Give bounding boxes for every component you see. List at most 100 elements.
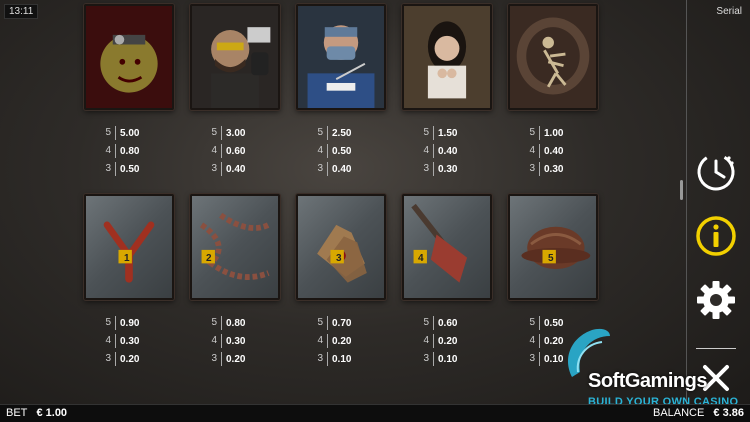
payout-line: 5 5.00 <box>102 124 182 142</box>
payout-line: 5 1.50 <box>420 124 500 142</box>
evidence-gloves-icon: 3 <box>296 194 386 300</box>
payout-list: 5 1.00 4 0.40 3 0.30 <box>526 124 606 178</box>
symbol-count: 3 <box>102 162 116 176</box>
payout-value: 0.40 <box>226 163 246 175</box>
payout-value: 0.40 <box>544 145 564 157</box>
symbol-count: 3 <box>420 162 434 176</box>
paytable-entry: 5 5.00 4 0.80 3 0.50 <box>80 4 186 184</box>
zombie-surgeon-icon <box>84 4 174 110</box>
balance-label: BALANCE <box>652 407 705 419</box>
payout-line: 5 0.80 <box>208 314 288 332</box>
softgamings-watermark: SoftGamings BUILD YOUR OWN CASINO <box>560 322 740 412</box>
history-button[interactable] <box>694 150 738 194</box>
payout-list: 5 0.70 4 0.20 3 0.10 <box>314 314 394 368</box>
info-icon <box>696 216 736 256</box>
paytable-entry: 5 1.00 4 0.40 3 0.30 <box>504 4 610 184</box>
payout-value: 0.90 <box>120 317 140 329</box>
payout-line: 4 0.80 <box>102 142 182 160</box>
payout-value: 0.10 <box>332 353 352 365</box>
payout-line: 5 0.70 <box>314 314 394 332</box>
balance-value: € 3.86 <box>713 407 744 419</box>
evidence-helmet-icon: 5 <box>508 194 598 300</box>
payout-line: 3 0.40 <box>314 160 394 178</box>
bet-label: BET <box>6 407 28 419</box>
paytable: 5 5.00 4 0.80 3 0.50 5 3.00 4 0.60 3 0.40 5 2.50 4 0.50… <box>80 4 610 384</box>
payout-value: 0.20 <box>438 335 458 347</box>
payout-value: 0.30 <box>120 335 140 347</box>
symbol-count: 5 <box>208 316 222 330</box>
symbol-count: 4 <box>420 144 434 158</box>
symbol-count: 3 <box>526 352 540 366</box>
high-symbol-row: 5 5.00 4 0.80 3 0.50 5 3.00 4 0.60 3 0.40 5 2.50 4 0.50… <box>80 4 610 184</box>
payout-line: 3 0.10 <box>314 350 394 368</box>
payout-line: 5 0.60 <box>420 314 500 332</box>
symbol-count: 5 <box>526 126 540 140</box>
payout-line: 3 0.10 <box>420 350 500 368</box>
payout-value: 0.20 <box>332 335 352 347</box>
payout-list: 5 2.50 4 0.50 3 0.40 <box>314 124 394 178</box>
payout-line: 4 0.20 <box>314 332 394 350</box>
paytable-entry: 5 2.50 4 0.50 3 0.40 <box>292 4 398 184</box>
bet-display[interactable]: BET € 1.00 <box>6 407 67 419</box>
payout-value: 0.30 <box>226 335 246 347</box>
symbol-count: 3 <box>526 162 540 176</box>
evidence-marker-number: 3 <box>336 253 342 264</box>
payout-value: 0.30 <box>544 163 564 175</box>
symbol-count: 4 <box>102 144 116 158</box>
evidence-shovel-icon: 4 <box>402 194 492 300</box>
symbol-count: 4 <box>208 144 222 158</box>
settings-gear-icon <box>697 281 735 319</box>
payout-value: 0.50 <box>332 145 352 157</box>
symbol-count: 3 <box>208 352 222 366</box>
symbol-count: 5 <box>314 316 328 330</box>
payout-value: 3.00 <box>226 127 246 139</box>
paytable-entry: 4 5 0.60 4 0.20 3 0.10 <box>398 194 504 374</box>
payout-value: 5.00 <box>120 127 140 139</box>
symbol-count: 3 <box>208 162 222 176</box>
payout-line: 5 0.90 <box>102 314 182 332</box>
payout-line: 4 0.50 <box>314 142 394 160</box>
symbol-count: 4 <box>526 144 540 158</box>
scrollbar[interactable] <box>680 180 683 200</box>
payout-value: 0.60 <box>438 317 458 329</box>
payout-value: 0.30 <box>438 163 458 175</box>
symbol-count: 3 <box>314 352 328 366</box>
payout-line: 3 0.20 <box>208 350 288 368</box>
detective-with-badge-icon <box>190 4 280 110</box>
payout-list: 5 1.50 4 0.40 3 0.30 <box>420 124 500 178</box>
symbol-count: 5 <box>314 126 328 140</box>
balance-display: BALANCE € 3.86 <box>653 407 744 419</box>
evidence-marker-number: 2 <box>206 253 212 264</box>
symbol-count: 3 <box>102 352 116 366</box>
info-button[interactable] <box>694 214 738 258</box>
low-symbol-row: 1 5 0.90 4 0.30 3 0.20 2 5 0.80 4 0.30 3 0.20 3 5 0.70 4 0… <box>80 194 610 374</box>
payout-list: 5 5.00 4 0.80 3 0.50 <box>102 124 182 178</box>
paytable-entry: 5 3.00 4 0.60 3 0.40 <box>186 4 292 184</box>
clock: 13:11 <box>4 4 39 19</box>
payout-line: 3 0.40 <box>208 160 288 178</box>
evidence-slingshot-icon: 1 <box>84 194 174 300</box>
payout-line: 5 3.00 <box>208 124 288 142</box>
payout-value: 0.10 <box>438 353 458 365</box>
payout-line: 4 0.30 <box>208 332 288 350</box>
evidence-chain-icon: 2 <box>190 194 280 300</box>
skeleton-in-pit-icon <box>508 4 598 110</box>
payout-value: 0.60 <box>226 145 246 157</box>
watermark-name: SoftGamings <box>588 370 707 392</box>
symbol-count: 4 <box>314 334 328 348</box>
frightened-woman-icon <box>402 4 492 110</box>
bottom-bar: BET € 1.00 BALANCE € 3.86 <box>0 404 750 422</box>
payout-line: 5 1.00 <box>526 124 606 142</box>
paytable-entry: 1 5 0.90 4 0.30 3 0.20 <box>80 194 186 374</box>
payout-value: 1.00 <box>544 127 564 139</box>
symbol-count: 5 <box>420 126 434 140</box>
payout-line: 3 0.50 <box>102 160 182 178</box>
payout-value: 0.40 <box>438 145 458 157</box>
payout-value: 0.80 <box>226 317 246 329</box>
payout-list: 5 3.00 4 0.60 3 0.40 <box>208 124 288 178</box>
paytable-entry: 3 5 0.70 4 0.20 3 0.10 <box>292 194 398 374</box>
symbol-count: 5 <box>102 126 116 140</box>
payout-value: 0.80 <box>120 145 140 157</box>
payout-line: 5 2.50 <box>314 124 394 142</box>
settings-button[interactable] <box>694 278 738 322</box>
